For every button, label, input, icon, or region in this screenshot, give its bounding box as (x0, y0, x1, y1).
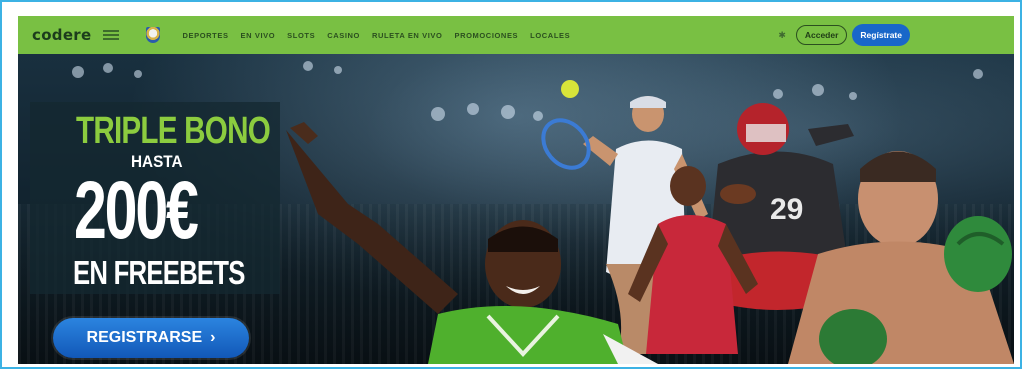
account-actions: ✱ Acceder Regístrate (778, 24, 910, 46)
screenshot-frame: codere DEPORTES EN VIVO SLOTS CASINO RUL… (0, 0, 1022, 369)
partner-badge-icon (103, 30, 120, 40)
website: codere DEPORTES EN VIVO SLOTS CASINO RUL… (18, 16, 1014, 364)
tennis-ball-icon (561, 80, 579, 98)
promo-amount: 200€ (74, 165, 199, 256)
register-button[interactable]: Regístrate (852, 24, 910, 46)
nav-promociones[interactable]: PROMOCIONES (454, 31, 518, 40)
promo-title: TRIPLE BONO (76, 110, 271, 152)
nav-en-vivo[interactable]: EN VIVO (241, 31, 276, 40)
promo-freebets: EN FREEBETS (73, 254, 245, 291)
main-nav: DEPORTES EN VIVO SLOTS CASINO RULETA EN … (182, 31, 582, 40)
codere-logo[interactable]: codere (32, 26, 91, 44)
nav-casino[interactable]: CASINO (327, 31, 360, 40)
login-button[interactable]: Acceder (795, 25, 848, 45)
chevron-right-icon: › (210, 329, 216, 346)
registrarse-button[interactable]: REGISTRARSE › (53, 318, 249, 358)
registrarse-label: REGISTRARSE (86, 329, 203, 346)
settings-icon[interactable]: ✱ (778, 30, 786, 41)
nav-slots[interactable]: SLOTS (287, 31, 315, 40)
svg-text:29: 29 (770, 193, 803, 226)
hero-banner[interactable]: 29 TRIPLE BONO HASTA 200€ EN FREEBETS RE… (18, 54, 1014, 364)
club-crest-icon (146, 27, 161, 43)
top-navbar: codere DEPORTES EN VIVO SLOTS CASINO RUL… (18, 16, 1014, 54)
nav-deportes[interactable]: DEPORTES (182, 31, 228, 40)
nav-locales[interactable]: LOCALES (530, 31, 570, 40)
nav-ruleta-en-vivo[interactable]: RULETA EN VIVO (372, 31, 443, 40)
